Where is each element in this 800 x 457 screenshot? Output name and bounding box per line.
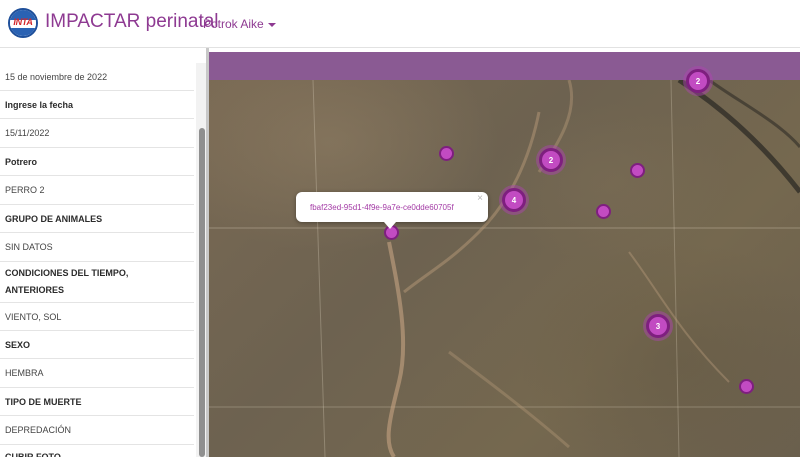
map-marker[interactable] — [439, 146, 454, 161]
map-marker[interactable] — [739, 379, 754, 394]
list-item: SIN DATOS — [0, 233, 194, 262]
terrain-overlay — [209, 77, 800, 457]
list-item: TIPO DE MUERTE — [0, 388, 194, 416]
list-item: 15 de noviembre de 2022 — [0, 63, 194, 91]
list-item: DEPREDACIÓN — [0, 416, 194, 445]
list-item: GRUPO DE ANIMALES — [0, 205, 194, 233]
satellite-map[interactable]: 2 2 4 3 fbaf23ed-95d1-4f9e-9a7e-ce0dde60… — [209, 52, 800, 457]
popup-record-id: fbaf23ed-95d1-4f9e-9a7e-ce0dde60705f — [310, 203, 454, 212]
list-item: VIENTO, SOL — [0, 303, 194, 331]
marker-cluster[interactable]: 4 — [502, 188, 526, 212]
list-item: SEXO — [0, 331, 194, 359]
map-marker[interactable] — [596, 204, 611, 219]
top-navbar: INTA IMPACTAR perinatal Potrok Aike — [0, 0, 800, 48]
record-details-panel: 15 de noviembre de 2022 Ingrese la fecha… — [0, 63, 194, 457]
popup-tip — [384, 222, 396, 229]
caret-down-icon — [267, 22, 276, 27]
app-title: IMPACTAR perinatal — [45, 11, 219, 32]
site-dropdown[interactable]: Potrok Aike — [203, 17, 276, 31]
list-item: HEMBRA — [0, 359, 194, 388]
list-item: 15/11/2022 — [0, 119, 194, 148]
list-item: Potrero — [0, 148, 194, 176]
marker-cluster[interactable]: 2 — [539, 148, 563, 172]
panel-scrollbar-thumb[interactable] — [199, 128, 205, 457]
marker-cluster[interactable]: 2 — [686, 69, 710, 93]
list-item: Ingrese la fecha — [0, 91, 194, 119]
map-header-bar — [209, 52, 800, 80]
marker-popup: fbaf23ed-95d1-4f9e-9a7e-ce0dde60705f × — [296, 192, 488, 229]
marker-cluster[interactable]: 3 — [646, 314, 670, 338]
close-icon[interactable]: × — [477, 193, 483, 204]
inta-logo: INTA — [8, 8, 38, 38]
list-item: PERRO 2 — [0, 176, 194, 205]
list-item: CONDICIONES DEL TIEMPO, ANTERIORES — [0, 262, 194, 303]
site-dropdown-label: Potrok Aike — [203, 17, 264, 31]
list-item: CUBIR FOTO — [0, 445, 194, 457]
map-marker[interactable] — [630, 163, 645, 178]
